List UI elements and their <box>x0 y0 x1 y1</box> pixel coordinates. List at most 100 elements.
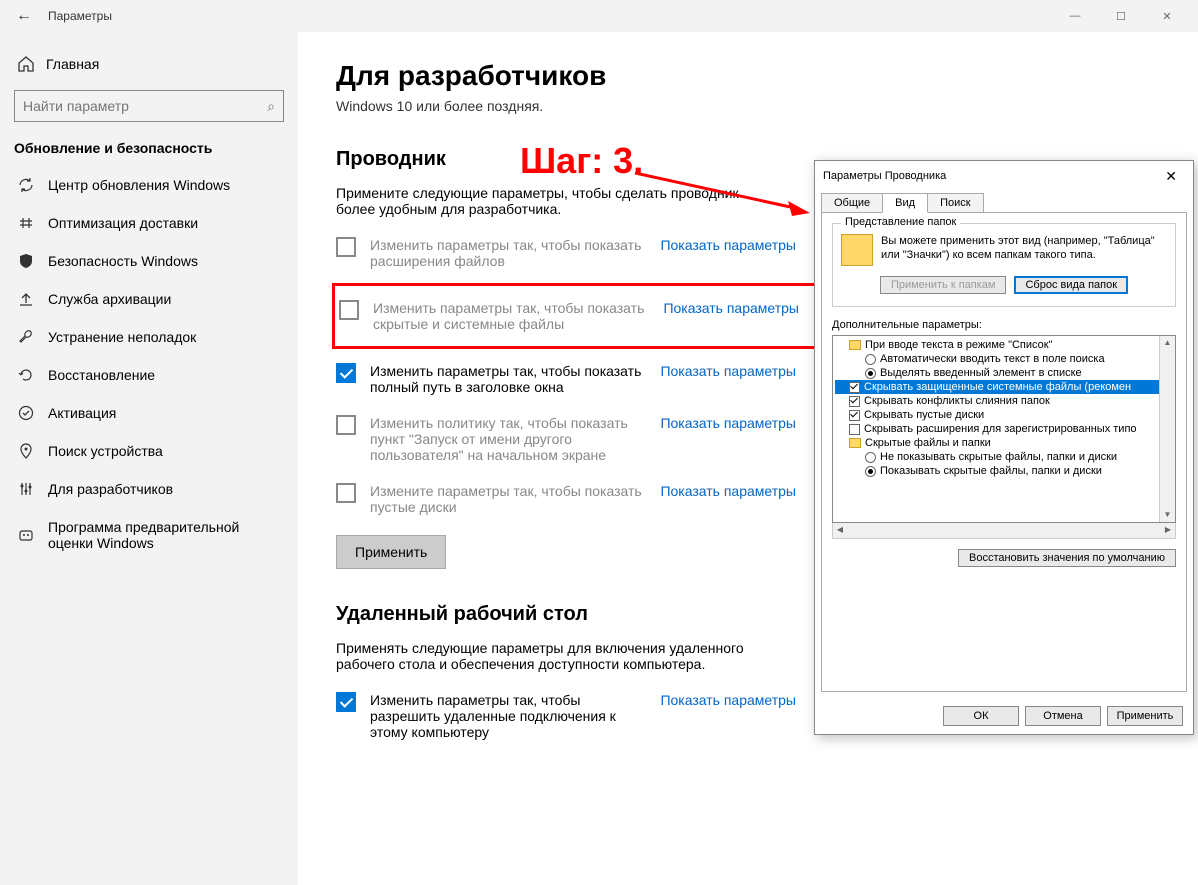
tree-radio[interactable]: Показывать скрытые файлы, папки и диски <box>835 464 1173 478</box>
advanced-label: Дополнительные параметры: <box>832 319 1176 331</box>
folder-view-legend: Представление папок <box>841 216 960 228</box>
tree-check[interactable]: Скрывать расширения для зарегистрированн… <box>835 422 1173 436</box>
tree-scrollbar-h[interactable]: ◀▶ <box>832 523 1176 539</box>
checkbox[interactable] <box>336 237 356 257</box>
show-settings-link[interactable]: Показать параметры <box>660 237 796 253</box>
tree-radio[interactable]: Выделять введенный элемент в списке <box>835 366 1173 380</box>
radio-icon <box>865 466 876 477</box>
sidebar: Главная Найти параметр ⌕ Обновление и бе… <box>0 32 298 885</box>
sidebar-item-find-device[interactable]: Поиск устройства <box>0 432 298 470</box>
dialog-tabs: Общие Вид Поиск <box>815 191 1193 213</box>
minimize-button[interactable]: ― <box>1052 0 1098 32</box>
sidebar-item-developers[interactable]: Для разработчиков <box>0 470 298 508</box>
sidebar-item-recovery[interactable]: Восстановление <box>0 356 298 394</box>
show-settings-link[interactable]: Показать параметры <box>660 483 796 499</box>
checkbox-icon <box>849 382 860 393</box>
show-settings-link[interactable]: Показать параметры <box>660 692 796 708</box>
tree-radio[interactable]: Не показывать скрытые файлы, папки и дис… <box>835 450 1173 464</box>
folder-icon <box>849 438 861 448</box>
check-circle-icon <box>18 405 34 421</box>
sliders-icon <box>18 481 34 497</box>
dialog-title: Параметры Проводника <box>823 170 946 182</box>
tree-check[interactable]: Скрывать конфликты слияния папок <box>835 394 1173 408</box>
explorer-options-dialog: Параметры Проводника ✕ Общие Вид Поиск П… <box>814 160 1194 735</box>
checkbox[interactable] <box>336 692 356 712</box>
sidebar-item-troubleshoot[interactable]: Устранение неполадок <box>0 318 298 356</box>
step-annotation: Шаг: 3. <box>520 140 643 182</box>
home-link[interactable]: Главная <box>0 48 298 80</box>
dialog-buttons: ОК Отмена Применить <box>815 698 1193 734</box>
search-icon: ⌕ <box>267 98 275 115</box>
dialog-body: Представление папок Вы можете применить … <box>821 212 1187 692</box>
checkbox[interactable] <box>339 300 359 320</box>
sidebar-item-delivery[interactable]: Оптимизация доставки <box>0 204 298 242</box>
folder-icon <box>849 340 861 350</box>
checkbox-icon <box>849 424 860 435</box>
tab-general[interactable]: Общие <box>821 193 883 213</box>
show-settings-link[interactable]: Показать параметры <box>660 415 796 431</box>
radio-icon <box>865 354 876 365</box>
ok-button[interactable]: ОК <box>943 706 1019 726</box>
back-button[interactable]: ← <box>8 7 40 25</box>
sidebar-item-security[interactable]: Безопасность Windows <box>0 242 298 280</box>
tree-radio[interactable]: Автоматически вводить текст в поле поиск… <box>835 352 1173 366</box>
page-title: Для разработчиков <box>336 60 1160 92</box>
radio-icon <box>865 368 876 379</box>
sync-icon <box>18 177 34 193</box>
search-input[interactable]: Найти параметр ⌕ <box>14 90 284 122</box>
apply-to-folders-button[interactable]: Применить к папкам <box>880 276 1007 294</box>
opt-show-extensions: Изменить параметры так, чтобы показать р… <box>336 227 796 279</box>
category-header: Обновление и безопасность <box>0 140 298 166</box>
delivery-icon <box>18 215 34 231</box>
opt-empty-drives: Измените параметры так, чтобы показать п… <box>336 473 796 525</box>
tab-view[interactable]: Вид <box>882 193 928 213</box>
home-icon <box>18 56 34 72</box>
reset-folders-button[interactable]: Сброс вида папок <box>1014 276 1128 294</box>
tab-search[interactable]: Поиск <box>927 193 983 213</box>
folder-view-text: Вы можете применить этот вид (например, … <box>881 234 1167 266</box>
checkbox-icon <box>849 410 860 421</box>
sidebar-item-backup[interactable]: Служба архивации <box>0 280 298 318</box>
checkbox[interactable] <box>336 363 356 383</box>
radio-icon <box>865 452 876 463</box>
cancel-button[interactable]: Отмена <box>1025 706 1101 726</box>
dialog-close-button[interactable]: ✕ <box>1157 168 1185 185</box>
explorer-description: Примените следующие параметры, чтобы сде… <box>336 185 776 217</box>
checkbox-icon <box>849 396 860 407</box>
shield-icon <box>18 253 34 269</box>
apply-button[interactable]: Применить <box>336 535 446 569</box>
tree-check[interactable]: Скрывать пустые диски <box>835 408 1173 422</box>
wrench-icon <box>18 329 34 345</box>
sidebar-item-windows-update[interactable]: Центр обновления Windows <box>0 166 298 204</box>
rdp-description: Применять следующие параметры для включе… <box>336 640 776 672</box>
show-settings-link[interactable]: Показать параметры <box>660 363 796 379</box>
tree-check-hide-protected[interactable]: Скрывать защищенные системные файлы (рек… <box>835 380 1173 394</box>
recovery-icon <box>18 367 34 383</box>
maximize-button[interactable]: ☐ <box>1098 0 1144 32</box>
checkbox[interactable] <box>336 415 356 435</box>
sidebar-item-insider[interactable]: Программа предварительной оценки Windows <box>0 508 298 562</box>
upload-icon <box>18 291 34 307</box>
sidebar-item-activation[interactable]: Активация <box>0 394 298 432</box>
titlebar: ← Параметры ― ☐ ✕ <box>0 0 1198 32</box>
window-title: Параметры <box>40 9 112 23</box>
page-subtitle: Windows 10 или более поздняя. <box>336 98 1160 114</box>
show-settings-link[interactable]: Показать параметры <box>663 300 799 316</box>
close-button[interactable]: ✕ <box>1144 0 1190 32</box>
opt-show-hidden: Изменить параметры так, чтобы показать с… <box>339 290 799 342</box>
dialog-apply-button[interactable]: Применить <box>1107 706 1183 726</box>
tree-folder[interactable]: При вводе текста в режиме "Список" <box>835 338 1173 352</box>
advanced-tree[interactable]: При вводе текста в режиме "Список" Автом… <box>832 335 1176 523</box>
dialog-titlebar: Параметры Проводника ✕ <box>815 161 1193 191</box>
location-icon <box>18 443 34 459</box>
opt-full-path: Изменить параметры так, чтобы показать п… <box>336 353 796 405</box>
checkbox[interactable] <box>336 483 356 503</box>
tree-folder[interactable]: Скрытые файлы и папки <box>835 436 1173 450</box>
search-placeholder: Найти параметр <box>23 98 129 114</box>
opt-rdp: Изменить параметры так, чтобы разрешить … <box>336 682 796 750</box>
insider-icon <box>18 527 34 543</box>
restore-defaults-button[interactable]: Восстановить значения по умолчанию <box>958 549 1176 567</box>
folder-view-group: Представление папок Вы можете применить … <box>832 223 1176 307</box>
home-label: Главная <box>46 56 99 72</box>
tree-scrollbar-v[interactable]: ▲▼ <box>1159 336 1175 522</box>
